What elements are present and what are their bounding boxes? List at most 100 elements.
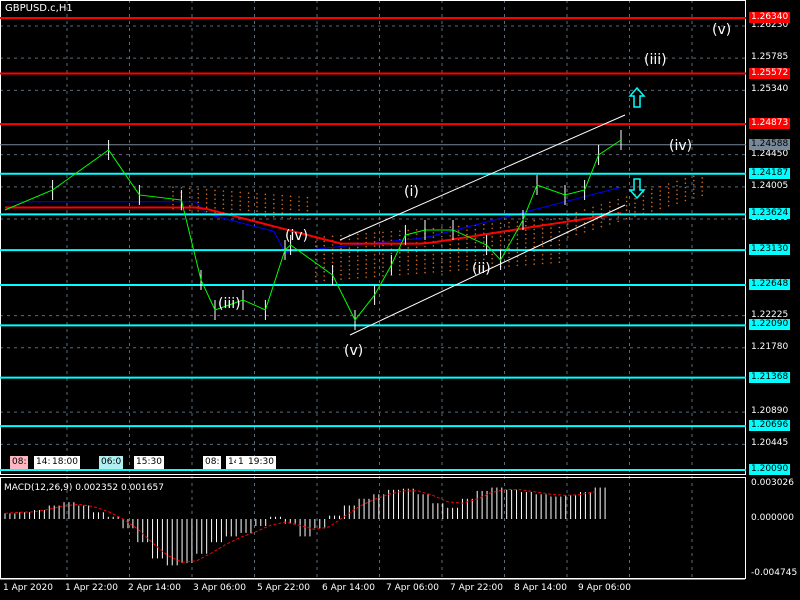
ichimoku-cloud-dot bbox=[214, 194, 216, 196]
ichimoku-cloud-dot bbox=[365, 258, 368, 261]
ichimoku-cloud-dot bbox=[558, 230, 561, 233]
ichimoku-cloud-dot bbox=[382, 235, 384, 238]
ichimoku-cloud-dot bbox=[483, 236, 485, 239]
ichimoku-cloud-dot bbox=[457, 225, 460, 228]
level-label-support: 1.22090 bbox=[749, 319, 791, 331]
ichimoku-cloud-dot bbox=[533, 258, 535, 261]
ichimoku-cloud-dot bbox=[432, 236, 435, 239]
ichimoku-cloud-dot bbox=[399, 265, 401, 267]
moving-average-red bbox=[5, 206, 622, 245]
ichimoku-cloud-dot bbox=[617, 220, 619, 223]
ichimoku-cloud-dot bbox=[516, 264, 519, 267]
ichimoku-cloud-dot bbox=[256, 192, 258, 195]
ichimoku-cloud-dot bbox=[659, 207, 661, 210]
ichimoku-cloud-dot bbox=[600, 221, 603, 224]
ichimoku-cloud-dot bbox=[449, 269, 452, 272]
session-tag: 18:00 bbox=[50, 456, 80, 469]
ichimoku-cloud-dot bbox=[432, 271, 435, 273]
time-tick: 1 Apr 2020 bbox=[3, 583, 53, 593]
ichimoku-cloud-dot bbox=[701, 177, 703, 179]
ichimoku-cloud-dot bbox=[273, 215, 275, 218]
ichimoku-cloud-dot bbox=[424, 263, 426, 265]
ichimoku-cloud-dot bbox=[525, 255, 527, 257]
ichimoku-cloud-dot bbox=[499, 244, 502, 246]
ichimoku-cloud-dot bbox=[483, 228, 485, 230]
ichimoku-cloud-dot bbox=[491, 227, 494, 230]
ichimoku-cloud-dot bbox=[516, 247, 519, 249]
ichimoku-cloud-dot bbox=[474, 237, 477, 240]
ichimoku-cloud-dot bbox=[651, 210, 653, 212]
ichimoku-cloud-dot bbox=[306, 201, 309, 203]
ichimoku-cloud-dot bbox=[541, 219, 544, 221]
time-tick: 5 Apr 22:00 bbox=[257, 583, 310, 593]
ichimoku-cloud-dot bbox=[365, 237, 368, 239]
ichimoku-cloud-dot bbox=[172, 190, 174, 193]
ichimoku-cloud-dot bbox=[306, 205, 309, 208]
ichimoku-cloud-dot bbox=[441, 257, 443, 260]
ichimoku-cloud-dot bbox=[457, 230, 460, 232]
price-chart[interactable] bbox=[0, 0, 800, 600]
ichimoku-cloud-dot bbox=[575, 216, 577, 218]
ichimoku-cloud-dot bbox=[441, 231, 443, 234]
level-label-resistance: 1.26340 bbox=[749, 12, 791, 23]
ichimoku-cloud-dot bbox=[348, 268, 351, 271]
ichimoku-cloud-dot bbox=[415, 246, 418, 248]
ichimoku-cloud-dot bbox=[550, 257, 552, 260]
level-label-support: 1.20696 bbox=[749, 420, 791, 432]
ichimoku-cloud-dot bbox=[466, 264, 468, 266]
ichimoku-cloud-dot bbox=[424, 271, 426, 274]
ichimoku-cloud-dot bbox=[667, 183, 670, 185]
ichimoku-cloud-dot bbox=[205, 206, 208, 208]
ichimoku-cloud-dot bbox=[651, 192, 653, 195]
ichimoku-cloud-dot bbox=[323, 253, 326, 256]
ichimoku-cloud-dot bbox=[525, 233, 527, 236]
ichimoku-cloud-dot bbox=[247, 192, 250, 194]
ichimoku-cloud-dot bbox=[474, 233, 477, 235]
ichimoku-cloud-dot bbox=[348, 277, 351, 280]
ichimoku-cloud-dot bbox=[189, 196, 191, 199]
main-pane-frame bbox=[0, 0, 746, 475]
ichimoku-cloud-dot bbox=[407, 260, 410, 262]
ichimoku-cloud-dot bbox=[457, 264, 460, 267]
ichimoku-cloud-dot bbox=[693, 175, 695, 178]
ichimoku-cloud-dot bbox=[684, 191, 687, 193]
ichimoku-cloud-dot bbox=[466, 238, 468, 240]
ichimoku-cloud-dot bbox=[273, 207, 275, 209]
time-tick: 9 Apr 06:00 bbox=[578, 583, 631, 593]
channel-upper-line bbox=[339, 114, 626, 241]
ichimoku-cloud-dot bbox=[365, 276, 368, 278]
ichimoku-cloud-dot bbox=[373, 266, 376, 269]
ichimoku-cloud-dot bbox=[340, 278, 342, 280]
ichimoku-cloud-dot bbox=[449, 235, 452, 237]
ichimoku-cloud-dot bbox=[315, 280, 317, 282]
ichimoku-cloud-dot bbox=[466, 242, 468, 245]
ichimoku-cloud-dot bbox=[541, 262, 544, 265]
ichimoku-cloud-dot bbox=[357, 250, 359, 253]
ichimoku-cloud-dot bbox=[289, 199, 292, 202]
wave-label: (iv) bbox=[285, 228, 309, 244]
ichimoku-cloud-dot bbox=[197, 192, 199, 195]
ichimoku-cloud-dot bbox=[382, 262, 384, 264]
ichimoku-cloud-dot bbox=[432, 262, 435, 265]
current-price-label: 1.24588 bbox=[749, 138, 791, 150]
ichimoku-cloud-dot bbox=[331, 252, 334, 255]
time-tick: 7 Apr 22:00 bbox=[450, 583, 503, 593]
ichimoku-cloud-dot bbox=[567, 218, 569, 221]
ichimoku-cloud-dot bbox=[256, 205, 258, 208]
ichimoku-cloud-dot bbox=[491, 253, 494, 256]
session-tag: 08: bbox=[10, 456, 29, 469]
ichimoku-cloud-dot bbox=[222, 194, 225, 197]
ichimoku-cloud-dot bbox=[331, 257, 334, 259]
ichimoku-cloud-dot bbox=[558, 239, 561, 242]
ichimoku-cloud-dot bbox=[634, 211, 636, 213]
ichimoku-cloud-dot bbox=[231, 195, 233, 197]
ichimoku-cloud-dot bbox=[693, 179, 695, 182]
ichimoku-cloud-dot bbox=[441, 253, 443, 255]
ichimoku-cloud-dot bbox=[415, 268, 418, 270]
ichimoku-cloud-dot bbox=[298, 196, 300, 198]
ichimoku-cloud-dot bbox=[306, 196, 309, 199]
ichimoku-cloud-dot bbox=[676, 193, 678, 196]
ichimoku-cloud-dot bbox=[625, 196, 628, 198]
ichimoku-cloud-dot bbox=[659, 190, 661, 192]
ichimoku-cloud-dot bbox=[399, 269, 401, 271]
